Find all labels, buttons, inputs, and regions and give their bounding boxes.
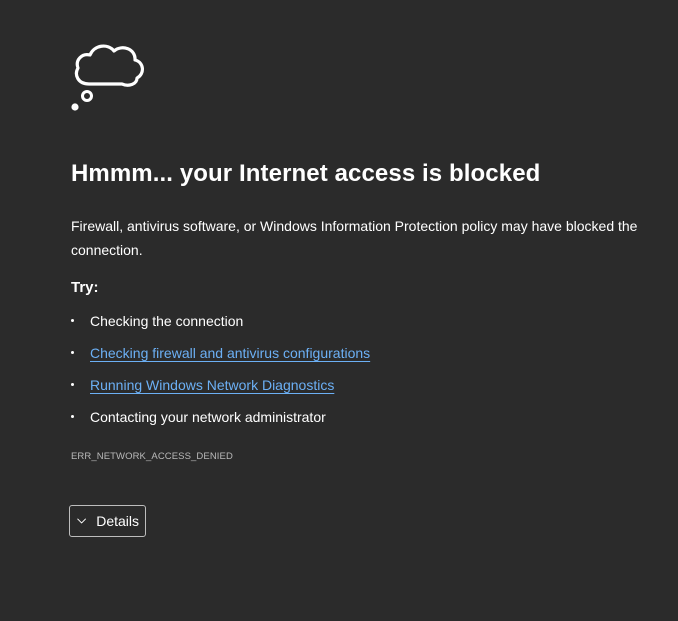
bullet xyxy=(71,415,74,418)
suggestion-check-firewall: Checking firewall and antivirus configur… xyxy=(71,342,370,374)
suggestion-network-diagnostics: Running Windows Network Diagnostics xyxy=(71,374,370,406)
network-diagnostics-link[interactable]: Running Windows Network Diagnostics xyxy=(90,377,334,393)
thought-cloud-icon xyxy=(71,44,144,111)
details-label: Details xyxy=(96,513,139,529)
details-button[interactable]: Details xyxy=(69,505,146,537)
suggestion-check-connection: Checking the connection xyxy=(71,310,370,342)
error-code: ERR_NETWORK_ACCESS_DENIED xyxy=(71,451,233,462)
error-description: Firewall, antivirus software, or Windows… xyxy=(71,218,638,258)
bullet xyxy=(71,383,74,386)
bullet xyxy=(71,319,74,322)
check-firewall-link[interactable]: Checking firewall and antivirus configur… xyxy=(90,345,370,361)
bullet xyxy=(71,351,74,354)
suggestion-list: Checking the connection Checking firewal… xyxy=(71,310,370,438)
error-title: Hmmm... your Internet access is blocked xyxy=(71,160,541,187)
suggestion-contact-admin: Contacting your network administrator xyxy=(71,406,370,438)
suggestion-text: Checking the connection xyxy=(90,313,244,329)
chevron-down-icon xyxy=(77,518,86,524)
try-heading: Try: xyxy=(71,279,99,296)
error-page: Hmmm... your Internet access is blocked … xyxy=(0,0,678,621)
suggestion-text: Contacting your network administrator xyxy=(90,409,326,425)
